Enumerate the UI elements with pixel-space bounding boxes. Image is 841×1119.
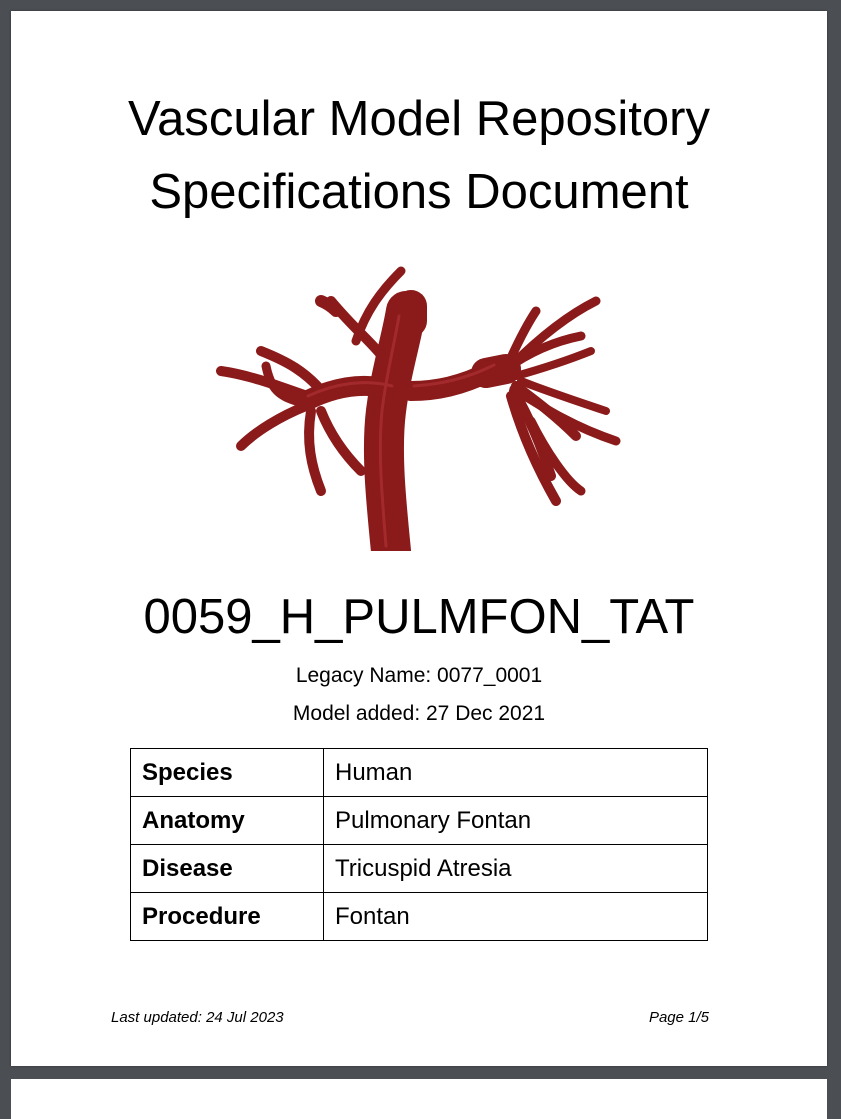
spec-value: Tricuspid Atresia	[323, 844, 708, 893]
document-title: Vascular Model Repository Specifications…	[11, 83, 827, 229]
table-row: Anatomy Pulmonary Fontan	[130, 796, 708, 845]
next-page-edge	[11, 1079, 827, 1119]
model-id: 0059_H_PULMFON_TAT	[143, 590, 695, 644]
spec-value: Pulmonary Fontan	[323, 796, 708, 845]
title-line-1: Vascular Model Repository	[128, 92, 710, 146]
vascular-model-image	[216, 266, 621, 551]
model-added-date: Model added: 27 Dec 2021	[292, 702, 546, 725]
title-line-2: Specifications Document	[149, 165, 689, 219]
table-row: Disease Tricuspid Atresia	[130, 844, 708, 893]
spec-key: Disease	[130, 844, 324, 893]
spec-key: Procedure	[130, 892, 324, 941]
page-number: Page 1/5	[648, 1009, 709, 1026]
table-row: Procedure Fontan	[130, 892, 708, 941]
spec-key: Species	[130, 748, 324, 797]
document-page: Vascular Model Repository Specifications…	[11, 11, 827, 1066]
table-row: Species Human	[130, 748, 708, 797]
spec-value: Fontan	[323, 892, 708, 941]
spec-value: Human	[323, 748, 708, 797]
specification-table: Species Human Anatomy Pulmonary Fontan D…	[130, 748, 708, 941]
spec-key: Anatomy	[130, 796, 324, 845]
last-updated: Last updated: 24 Jul 2023	[111, 1009, 284, 1026]
legacy-name: Legacy Name: 0077_0001	[295, 664, 543, 687]
